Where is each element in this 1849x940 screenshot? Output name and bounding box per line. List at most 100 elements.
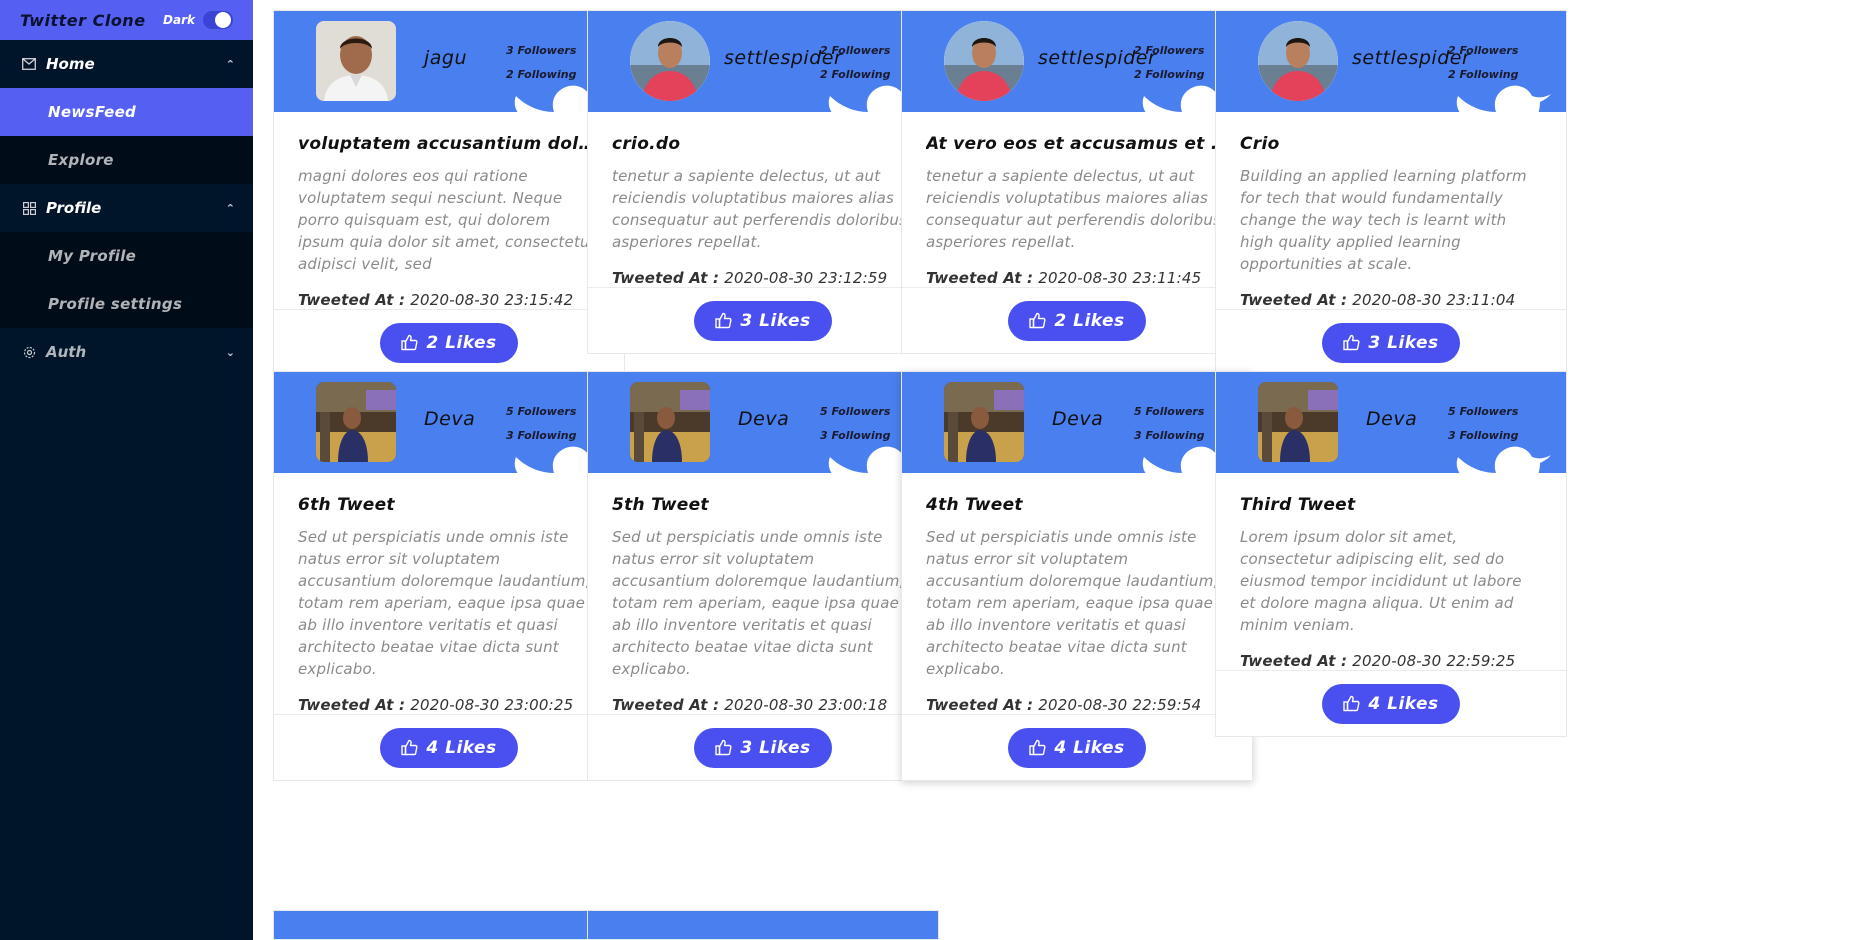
tweeted-at-label: Tweeted At : [1240,652,1348,670]
like-button[interactable]: 2 Likes [380,322,518,363]
tweet-card-header: Deva 5 Followers 3 Following [274,372,624,473]
tweet-card-body: crio.do tenetur a sapiente delectus, ut … [588,112,938,287]
username[interactable]: Deva [1052,408,1103,430]
tweet-card: Deva 5 Followers 3 Following 5th Tweet S… [587,371,939,781]
followers-count: 2 Followers [1448,44,1519,57]
tweet-card: Deva 5 Followers 3 Following 4th Tweet S… [901,371,1253,781]
like-button[interactable]: 3 Likes [694,727,832,768]
thumbs-up-icon [715,312,732,329]
like-count: 3 Likes [740,310,811,331]
following-count: 2 Following [820,68,891,81]
tweet-card-body: 6th Tweet Sed ut perspiciatis unde omnis… [274,473,624,714]
username[interactable]: Deva [424,408,475,430]
newsfeed-grid: jagu 3 Followers 2 Following voluptatem … [253,0,1849,940]
tweet-timestamp: Tweeted At : 2020-08-30 22:59:54 [926,696,1228,714]
follow-stats: 5 Followers 3 Following [1448,400,1518,448]
sidebar: Twitter Clone Dark Home ⌃ NewsFeed Explo… [0,0,253,940]
tweet-title: 6th Tweet [298,495,395,515]
avatar[interactable] [630,21,710,101]
tweet-body: Building an applied learning platform fo… [1240,167,1527,273]
like-button[interactable]: 2 Likes [1008,300,1146,341]
like-button[interactable]: 3 Likes [694,300,832,341]
tweet-card: settlespider 2 Followers 2 Following Cri… [1215,10,1567,376]
tweet-card-header: Deva 5 Followers 3 Following [588,372,938,473]
like-button[interactable]: 4 Likes [380,727,518,768]
chevron-down-icon: ⌄ [225,345,235,359]
menu-home[interactable]: Home ⌃ [0,40,253,88]
menu-profile[interactable]: Profile ⌃ [0,184,253,232]
thumbs-up-icon [1029,739,1046,756]
sidebar-item-profile-settings[interactable]: Profile settings [0,280,253,328]
sidebar-item-newsfeed[interactable]: NewsFeed [0,88,253,136]
tweeted-at-label: Tweeted At : [1240,291,1348,309]
like-button[interactable]: 4 Likes [1322,683,1460,724]
menu-profile-label: Profile [46,199,102,217]
tweet-timestamp: Tweeted At : 2020-08-30 23:12:59 [612,269,914,287]
username[interactable]: Deva [1366,408,1417,430]
tweet-time-value: 2020-08-30 22:59:54 [1038,696,1202,714]
menu-auth[interactable]: Auth ⌄ [0,328,253,376]
tweeted-at-label: Tweeted At : [298,696,406,714]
avatar[interactable] [630,382,710,462]
avatar[interactable] [316,21,396,101]
tweet-card-footer: 4 Likes [1216,670,1566,736]
username[interactable]: jagu [424,47,467,69]
toggle-knob [215,12,231,28]
followers-count: 3 Followers [506,44,577,57]
tweet-title: At vero eos et accusamus et iusto odio [926,134,1228,154]
avatar[interactable] [316,382,396,462]
tweet-card-footer: 3 Likes [588,287,938,353]
followers-count: 5 Followers [1134,405,1205,418]
avatar[interactable] [1258,382,1338,462]
app-title[interactable]: Twitter Clone [20,11,163,30]
tweet-card-body: 4th Tweet Sed ut perspiciatis unde omnis… [902,473,1252,714]
chevron-up-icon: ⌃ [225,57,235,71]
like-count: 4 Likes [426,737,497,758]
thumbs-up-icon [1343,695,1360,712]
sidebar-item-my-profile[interactable]: My Profile [0,232,253,280]
tweet-card: Deva 5 Followers 3 Following Third Tweet… [1215,371,1567,737]
thumbs-up-icon [715,739,732,756]
following-count: 3 Following [506,429,577,442]
following-count: 2 Following [506,68,577,81]
profile-submenu: My Profile Profile settings [0,232,253,328]
app-header: Twitter Clone Dark [0,0,253,40]
avatar[interactable] [944,21,1024,101]
menu-auth-label: Auth [46,343,87,361]
follow-stats: 2 Followers 2 Following [1448,39,1518,87]
thumbs-up-icon [401,334,418,351]
tweet-card-footer: 3 Likes [588,714,938,780]
tweeted-at-label: Tweeted At : [926,696,1034,714]
tweet-body: Sed ut perspiciatis unde omnis iste natu… [298,528,591,678]
like-button[interactable]: 4 Likes [1008,727,1146,768]
following-count: 2 Following [1134,68,1205,81]
tweet-time-value: 2020-08-30 23:11:04 [1352,291,1516,309]
tweet-time-value: 2020-08-30 23:15:42 [410,291,574,309]
tweet-card-header [588,911,938,939]
settings-icon [22,345,36,359]
sidebar-item-explore[interactable]: Explore [0,136,253,184]
follow-stats: 5 Followers 3 Following [820,400,890,448]
tweet-card: settlespider 2 Followers 2 Following At … [901,10,1253,354]
like-count: 2 Likes [1054,310,1125,331]
tweet-time-value: 2020-08-30 22:59:25 [1352,652,1516,670]
tweet-title: voluptatem accusantium doloremque [298,134,600,154]
menu-home-label: Home [46,55,95,73]
username[interactable]: Deva [738,408,789,430]
tweet-card: settlespider 2 Followers 2 Following cri… [587,10,939,354]
following-count: 2 Following [1448,68,1519,81]
following-count: 3 Following [820,429,891,442]
avatar[interactable] [944,382,1024,462]
like-button[interactable]: 3 Likes [1322,322,1460,363]
tweet-card-footer: 2 Likes [902,287,1252,353]
tweet-card-header [274,911,624,939]
dark-mode-toggle[interactable] [203,11,233,29]
tweet-title: Third Tweet [1240,495,1356,515]
tweet-timestamp: Tweeted At : 2020-08-30 23:00:18 [612,696,914,714]
tweet-card-body: 5th Tweet Sed ut perspiciatis unde omnis… [588,473,938,714]
thumbs-up-icon [1029,312,1046,329]
thumbs-up-icon [1343,334,1360,351]
like-count: 4 Likes [1054,737,1125,758]
avatar[interactable] [1258,21,1338,101]
mail-icon [22,57,36,71]
